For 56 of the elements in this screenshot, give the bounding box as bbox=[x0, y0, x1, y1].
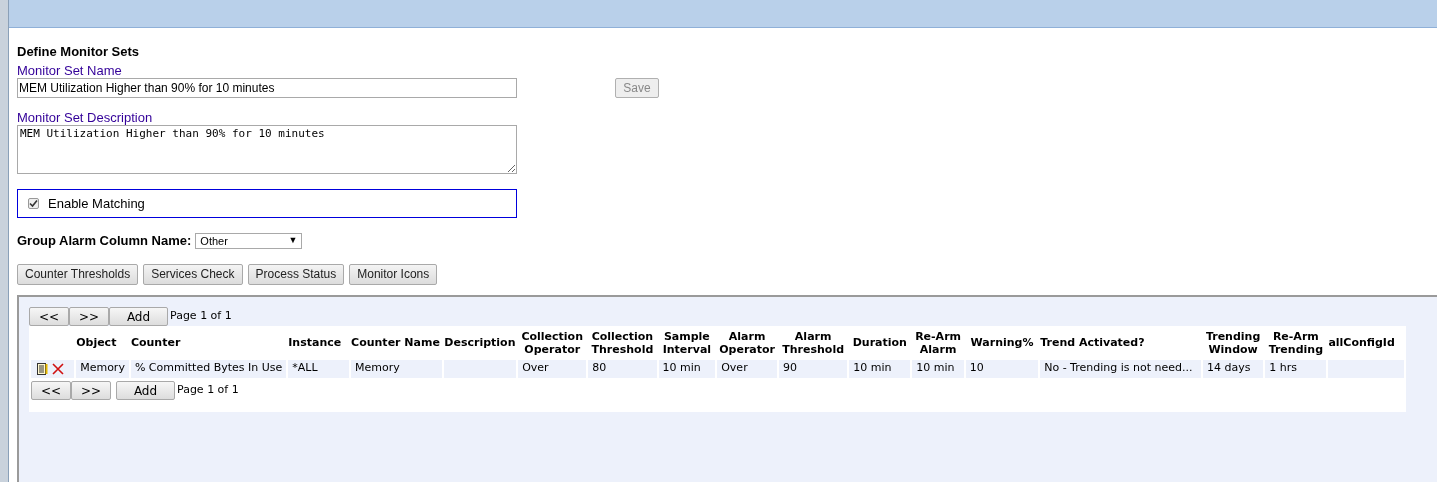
table-cell: Memory bbox=[76, 359, 129, 378]
description-label: Monitor Set Description bbox=[17, 111, 154, 125]
next-page-button[interactable]: >> bbox=[69, 306, 109, 326]
page-indicator: Page 1 of 1 bbox=[170, 307, 232, 324]
column-header: Object bbox=[76, 335, 118, 351]
table-cell: Memory bbox=[351, 359, 443, 378]
table-cell: 14 days bbox=[1202, 359, 1264, 378]
column-header: Collection Threshold bbox=[590, 328, 655, 357]
enable-matching-label: Enable Matching bbox=[48, 194, 145, 213]
enable-matching-checkbox[interactable] bbox=[28, 198, 39, 209]
column-header: Counter Name bbox=[351, 335, 441, 351]
page-indicator: Page 1 of 1 bbox=[177, 381, 239, 398]
column-header: Trending Window bbox=[1204, 328, 1262, 357]
description-field[interactable]: MEM Utilization Higher than 90% for 10 minutes bbox=[17, 125, 517, 174]
section-tab[interactable]: Process Status bbox=[247, 263, 345, 285]
form-title: Define Monitor Sets bbox=[17, 43, 141, 61]
column-header: Instance bbox=[288, 335, 343, 351]
next-page-button[interactable]: >> bbox=[71, 380, 111, 400]
table-cell: Over bbox=[518, 359, 587, 378]
column-header: Sample Interval bbox=[661, 328, 713, 357]
column-header: allConfigId bbox=[1328, 335, 1396, 351]
checkmark-icon bbox=[29, 199, 38, 208]
previous-page-button[interactable]: << bbox=[31, 380, 71, 400]
section-tab[interactable]: Counter Thresholds bbox=[17, 263, 139, 285]
section-tab[interactable]: Monitor Icons bbox=[349, 263, 438, 285]
table-cell: 10 bbox=[965, 359, 1039, 378]
name-field[interactable]: MEM Utilization Higher than 90% for 10 minutes bbox=[17, 78, 517, 98]
table-cell: 10 min bbox=[849, 359, 911, 378]
column-header: Counter bbox=[130, 335, 182, 351]
table-cell: % Committed Bytes In Use bbox=[130, 359, 287, 378]
table-cell: 10 min bbox=[912, 359, 964, 378]
column-header: Alarm Operator bbox=[718, 328, 776, 357]
section-tab[interactable]: Services Check bbox=[143, 263, 243, 285]
column-header: Trend Activated? bbox=[1040, 335, 1146, 351]
column-header: Warning% bbox=[969, 335, 1035, 351]
delete-icon[interactable] bbox=[52, 362, 64, 375]
name-label: Monitor Set Name bbox=[17, 64, 123, 78]
previous-page-button[interactable]: << bbox=[29, 306, 69, 326]
group-alarm-dropdown[interactable]: Other ▼ bbox=[195, 232, 303, 249]
table-cell: 80 bbox=[588, 359, 657, 378]
table-cell: Over bbox=[717, 359, 778, 378]
table-cell: No - Trending is not need... bbox=[1040, 359, 1201, 378]
table-cell: *ALL bbox=[288, 359, 350, 378]
group-alarm-label: Group Alarm Column Name: bbox=[17, 232, 192, 250]
edit-icon[interactable] bbox=[37, 362, 48, 375]
column-header: Collection Operator bbox=[520, 328, 584, 357]
column-header: Re-Arm Alarm bbox=[914, 328, 963, 357]
column-header: Duration bbox=[851, 335, 908, 351]
add-button[interactable]: Add bbox=[109, 306, 168, 326]
table-cell: 1 hrs bbox=[1265, 359, 1327, 378]
column-header: Re-Arm Trending bbox=[1267, 328, 1324, 357]
column-header: Alarm Threshold bbox=[781, 328, 846, 357]
column-header: Description bbox=[444, 335, 517, 351]
table-cell: 90 bbox=[779, 359, 848, 378]
add-button[interactable]: Add bbox=[116, 380, 175, 400]
table-cell: 10 min bbox=[658, 359, 716, 378]
